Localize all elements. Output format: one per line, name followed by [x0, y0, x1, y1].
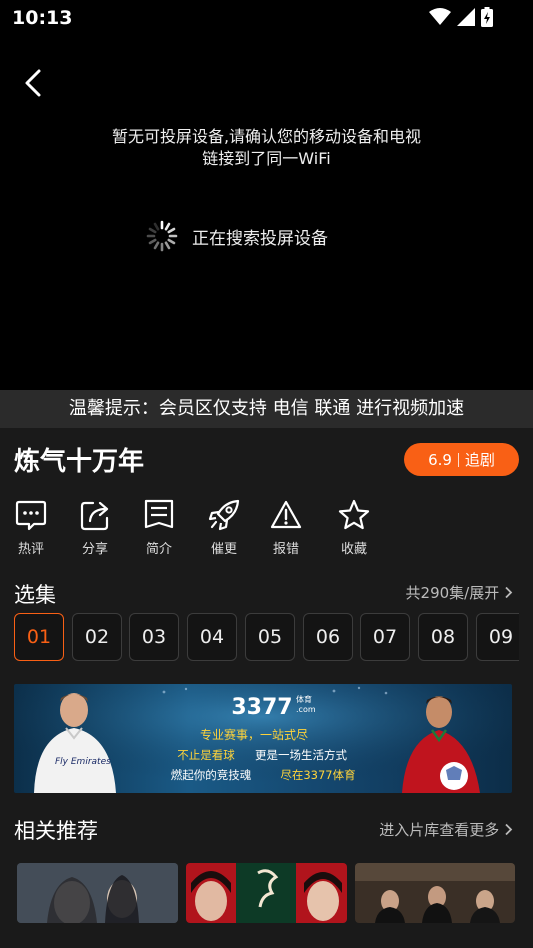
action-favorite[interactable]: 收藏: [324, 498, 384, 557]
episode-item[interactable]: 08: [418, 613, 468, 661]
system-icons: [429, 7, 493, 27]
episode-item[interactable]: 02: [72, 613, 122, 661]
follow-label: 追剧: [464, 451, 495, 469]
banner-art: Fly Emirates 3377 体育 .com 专业赛事，一站式尽 不止是看…: [14, 684, 512, 793]
episodes-summary: 共290集/展开: [405, 584, 500, 602]
wifi-icon: [429, 8, 451, 25]
recommend-thumbnail: [17, 863, 178, 923]
action-label: 热评: [17, 542, 44, 557]
episode-item[interactable]: 06: [303, 613, 353, 661]
cast-searching: 正在搜索投屏设备: [146, 220, 328, 252]
cast-message-line1: 暂无可投屏设备,请确认您的移动设备和电视: [111, 127, 422, 146]
recommend-thumbnail: [186, 863, 347, 923]
back-arrow-icon[interactable]: [18, 66, 52, 100]
battery-icon: [481, 7, 493, 27]
brand-domain: .com: [296, 705, 316, 714]
episodes-expand[interactable]: 共290集/展开: [406, 582, 513, 603]
cast-message: 暂无可投屏设备,请确认您的移动设备和电视 链接到了同一WiFi: [0, 126, 533, 170]
notice-bar: 温馨提示：会员区仅支持 电信 联通 进行视频加速: [0, 390, 533, 428]
action-share[interactable]: 分享: [65, 498, 125, 557]
action-label: 分享: [81, 542, 108, 557]
recommend-header: 相关推荐: [14, 819, 98, 843]
star-icon: [338, 499, 370, 530]
episode-item[interactable]: 03: [129, 613, 179, 661]
banner-line2-b: 更是一场生活方式: [255, 748, 347, 762]
status-time: 10:13: [12, 7, 73, 29]
action-label: 简介: [145, 542, 172, 557]
follow-divider: [457, 452, 459, 467]
action-label: 报错: [272, 542, 299, 557]
info-icon: [144, 499, 174, 529]
recommend-card[interactable]: [355, 863, 515, 923]
jersey-text: Fly Emirates: [55, 757, 111, 767]
banner-line3-a: 燃起你的竞技魂: [171, 768, 252, 782]
action-label: 催更: [210, 542, 237, 557]
show-title: 炼气十万年: [14, 447, 145, 477]
recommend-card[interactable]: [186, 863, 347, 923]
rating-value: 6.9: [428, 450, 452, 469]
recommend-more-link[interactable]: 进入片库查看更多: [379, 819, 513, 840]
ad-banner[interactable]: Fly Emirates 3377 体育 .com 专业赛事，一站式尽 不止是看…: [14, 684, 512, 793]
warning-icon: [270, 500, 302, 529]
loading-spinner-icon: [146, 220, 178, 252]
share-icon: [80, 501, 109, 531]
action-report[interactable]: 报错: [256, 498, 316, 557]
chevron-right-icon: [505, 823, 513, 836]
recommend-more-label: 进入片库查看更多: [379, 821, 500, 839]
action-label: 收藏: [340, 542, 367, 557]
banner-line1: 专业赛事，一站式尽: [200, 727, 308, 742]
episode-item[interactable]: 01: [14, 613, 64, 661]
episode-list: 01 02 03 04 05 06 07 08 09: [14, 613, 519, 663]
comment-icon: [15, 500, 47, 531]
action-bar: 热评 分享 简介 催更 报错 收藏: [0, 498, 533, 558]
rocket-icon: [208, 499, 240, 531]
banner-line3-b: 尽在3377体育: [280, 768, 355, 782]
banner-line2-a: 不止是看球: [177, 748, 235, 762]
chevron-right-icon: [505, 586, 513, 599]
brand-number: 3377: [231, 695, 292, 720]
signal-icon: [457, 8, 475, 26]
cast-message-line2: 链接到了同一WiFi: [202, 149, 331, 168]
recommend-card[interactable]: [17, 863, 178, 923]
action-urge[interactable]: 催更: [194, 498, 254, 557]
episode-item[interactable]: 07: [360, 613, 410, 661]
brand-tag: 体育: [296, 694, 312, 704]
action-comment[interactable]: 热评: [1, 498, 61, 557]
episode-item[interactable]: 04: [187, 613, 237, 661]
action-info[interactable]: 简介: [129, 498, 189, 557]
status-bar: 10:13: [0, 0, 533, 36]
episodes-header: 选集: [14, 583, 56, 607]
searching-label: 正在搜索投屏设备: [192, 228, 328, 249]
episode-item[interactable]: 05: [245, 613, 295, 661]
recommend-thumbnail: [355, 863, 515, 923]
follow-button[interactable]: 6.9 追剧: [404, 443, 519, 476]
video-player[interactable]: 10:13 暂无可投屏设备,请确认您的移动设备和电视 链接到了同一WiFi 正在…: [0, 0, 533, 390]
episode-item[interactable]: 09: [476, 613, 519, 661]
